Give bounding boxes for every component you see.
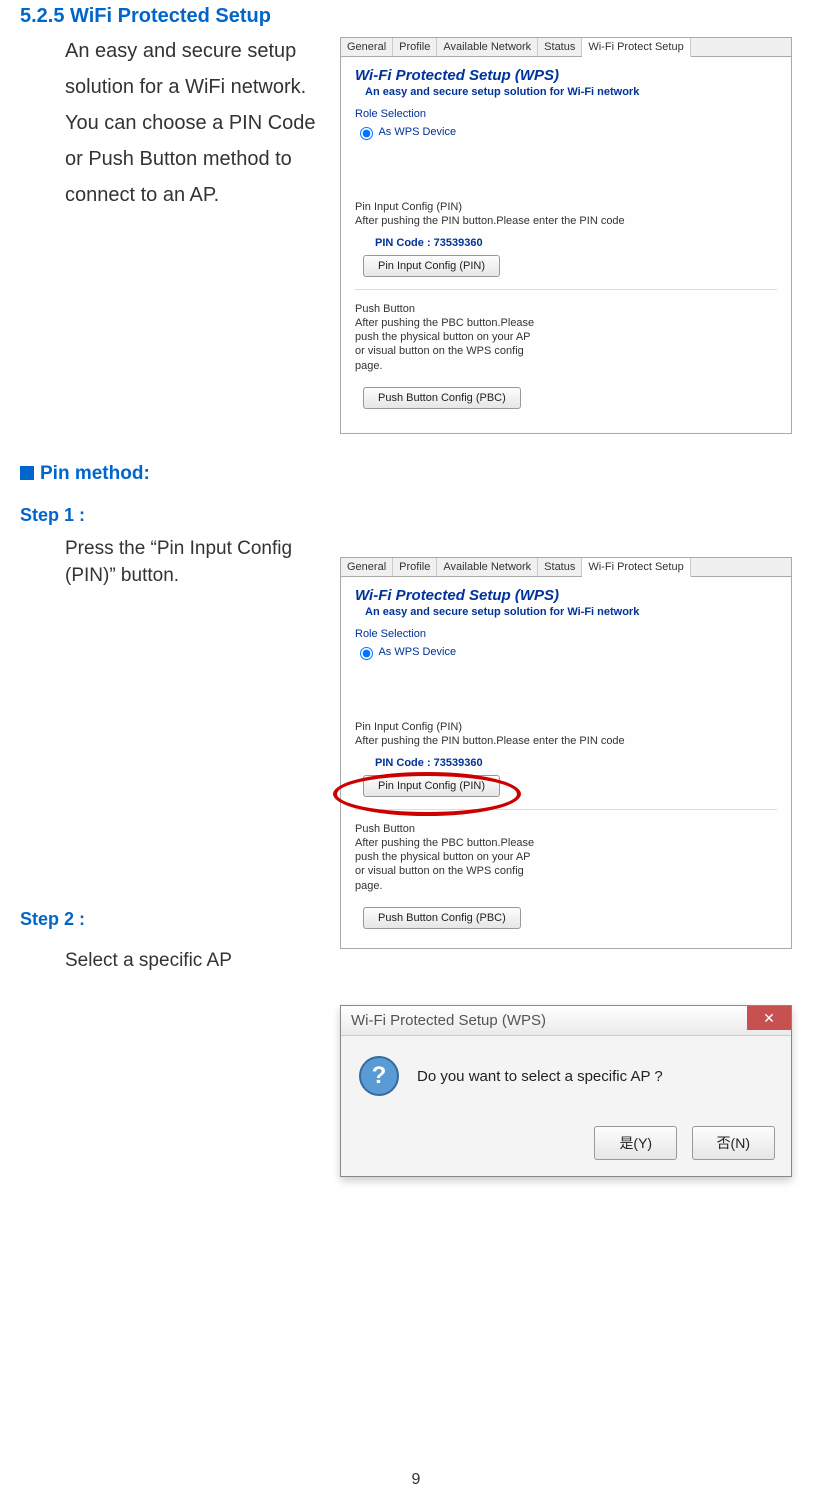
role-selection-label: Role Selection [355, 108, 777, 120]
wps-panel-screenshot-2: General Profile Available Network Status… [340, 557, 792, 949]
radio-as-wps-device-2[interactable] [360, 647, 373, 660]
pin-heading-2: Pin Input Config (PIN) [355, 720, 777, 734]
confirm-dialog: Wi-Fi Protected Setup (WPS) ✕ ? Do you w… [340, 1005, 792, 1177]
push-button-config-button-2[interactable]: Push Button Config (PBC) [363, 907, 521, 929]
pin-method-label: Pin method: [40, 463, 150, 484]
step1-label: Step 1 : [20, 505, 832, 526]
wps-panel-screenshot-1: General Profile Available Network Status… [340, 37, 792, 434]
pin-desc: After pushing the PIN button.Please ente… [355, 214, 777, 228]
wps-subtitle: An easy and secure setup solution for Wi… [365, 86, 777, 98]
pin-input-config-button-2[interactable]: Pin Input Config (PIN) [363, 775, 500, 797]
pbc-heading-2: Push Button [355, 822, 777, 836]
role-radio-row-2: As WPS Device [355, 644, 777, 660]
tab-profile[interactable]: Profile [393, 38, 437, 56]
tab-general[interactable]: General [341, 38, 393, 56]
step1-text: Press the “Pin Input Config (PIN)” butto… [65, 536, 295, 589]
radio-as-wps-device-label-2: As WPS Device [378, 646, 456, 658]
role-radio-row: As WPS Device [355, 124, 777, 140]
push-button-config-button[interactable]: Push Button Config (PBC) [363, 387, 521, 409]
wps-subtitle-2: An easy and secure setup solution for Wi… [365, 606, 777, 618]
pin-desc-2: After pushing the PIN button.Please ente… [355, 734, 777, 748]
pin-input-config-button[interactable]: Pin Input Config (PIN) [363, 255, 500, 277]
tab-status[interactable]: Status [538, 38, 582, 56]
wps-title: Wi-Fi Protected Setup (WPS) [355, 67, 777, 84]
step2-text: Select a specific AP [65, 948, 295, 975]
page-number: 9 [412, 1471, 421, 1489]
pbc-desc-2: After pushing the PBC button.Please push… [355, 836, 535, 893]
separator [355, 289, 777, 290]
yes-button[interactable]: 是(Y) [594, 1126, 677, 1160]
dialog-titlebar: Wi-Fi Protected Setup (WPS) ✕ [341, 1006, 791, 1036]
tab-bar-2: General Profile Available Network Status… [341, 558, 791, 577]
question-icon: ? [359, 1056, 399, 1096]
pin-heading: Pin Input Config (PIN) [355, 200, 777, 214]
section-intro: An easy and secure setup solution for a … [65, 33, 325, 213]
pin-code-value-2: PIN Code : 73539360 [375, 757, 777, 769]
tab-available-network-2[interactable]: Available Network [437, 558, 538, 576]
tab-status-2[interactable]: Status [538, 558, 582, 576]
radio-as-wps-device-label: As WPS Device [378, 126, 456, 138]
radio-as-wps-device[interactable] [360, 127, 373, 140]
dialog-message: Do you want to select a specific AP ? [417, 1068, 663, 1085]
section-heading: 5.2.5 WiFi Protected Setup [20, 5, 832, 28]
tab-general-2[interactable]: General [341, 558, 393, 576]
role-selection-label-2: Role Selection [355, 628, 777, 640]
dialog-title: Wi-Fi Protected Setup (WPS) [351, 1012, 546, 1029]
tab-bar: General Profile Available Network Status… [341, 38, 791, 57]
tab-available-network[interactable]: Available Network [437, 38, 538, 56]
bullet-icon [20, 466, 34, 480]
pbc-heading: Push Button [355, 302, 777, 316]
wps-title-2: Wi-Fi Protected Setup (WPS) [355, 587, 777, 604]
no-button[interactable]: 否(N) [692, 1126, 775, 1160]
tab-wps-2[interactable]: Wi-Fi Protect Setup [582, 558, 690, 577]
pin-method-heading: Pin method: [20, 463, 832, 485]
tab-profile-2[interactable]: Profile [393, 558, 437, 576]
pin-code-value: PIN Code : 73539360 [375, 237, 777, 249]
separator-2 [355, 809, 777, 810]
tab-wps[interactable]: Wi-Fi Protect Setup [582, 38, 690, 57]
close-icon[interactable]: ✕ [747, 1006, 791, 1030]
pbc-desc: After pushing the PBC button.Please push… [355, 316, 535, 373]
